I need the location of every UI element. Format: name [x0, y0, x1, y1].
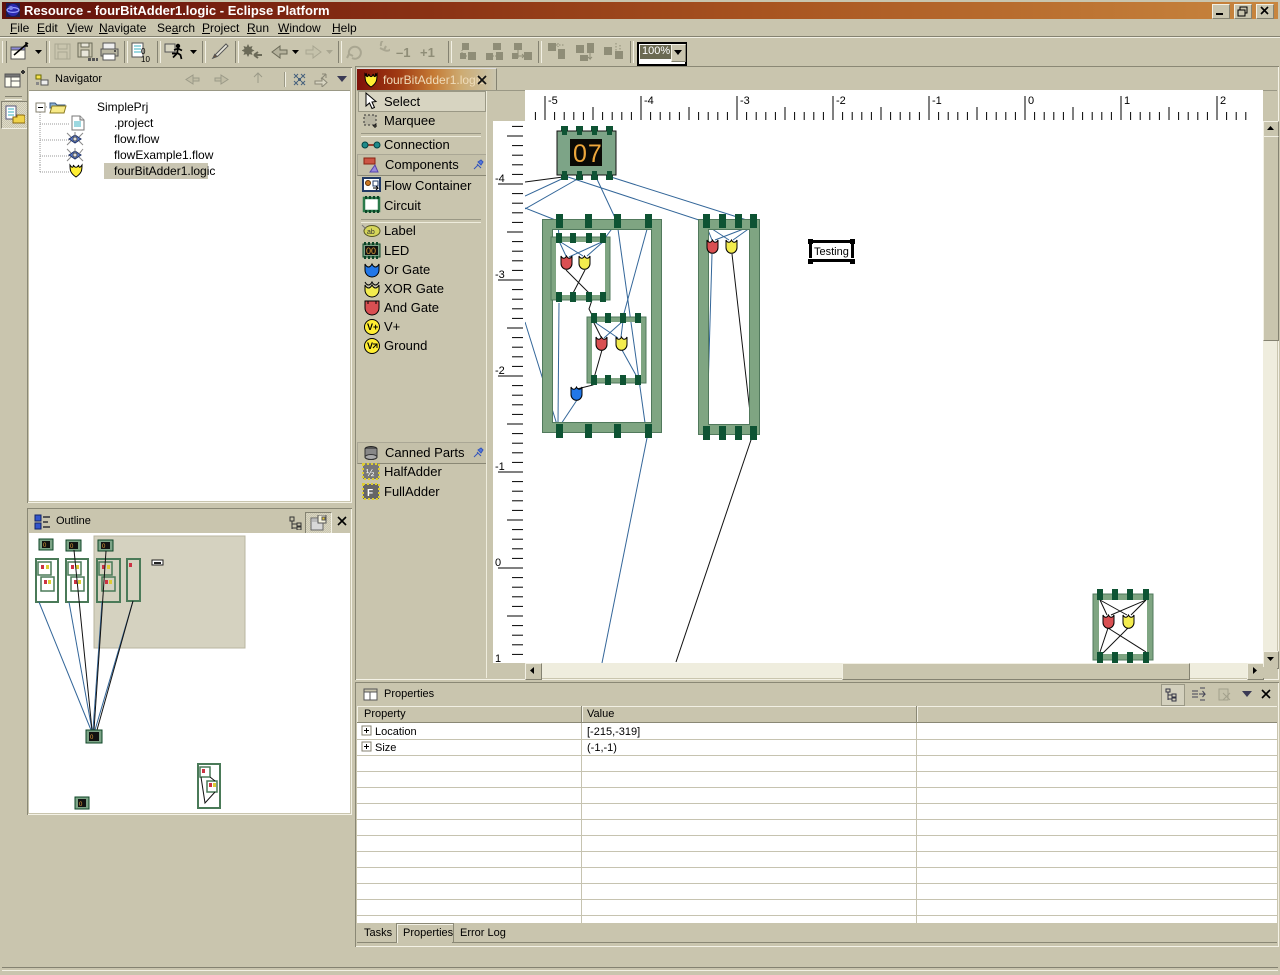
svg-text:½: ½ — [366, 468, 375, 479]
svg-text:10: 10 — [141, 55, 150, 63]
svg-text:2: 2 — [1220, 95, 1226, 107]
svg-text:ab: ab — [367, 229, 375, 236]
svg-text:-3: -3 — [495, 269, 505, 281]
svg-text:-4: -4 — [495, 173, 505, 185]
svg-text:-3: -3 — [740, 95, 750, 107]
svg-text:-5: -5 — [548, 95, 558, 107]
svg-text:(-1,-1): (-1,-1) — [587, 742, 617, 754]
svg-text:1: 1 — [495, 653, 501, 663]
svg-text:0: 0 — [495, 557, 501, 569]
svg-text:Size: Size — [375, 742, 396, 754]
svg-text:flow.flow: flow.flow — [114, 132, 160, 146]
svg-text:V+: V+ — [367, 322, 378, 332]
svg-text:[-215,-319]: [-215,-319] — [587, 726, 640, 738]
svg-text:00: 00 — [366, 246, 376, 256]
svg-text:V: V — [367, 341, 373, 351]
svg-text:-4: -4 — [644, 95, 654, 107]
svg-text:fourBitAdder1.logic: fourBitAdder1.logic — [114, 164, 215, 178]
svg-text:Testing: Testing — [814, 246, 849, 258]
svg-text:.project: .project — [114, 116, 154, 130]
svg-text:07: 07 — [573, 140, 603, 168]
svg-text:1: 1 — [1124, 95, 1130, 107]
svg-text:-2: -2 — [836, 95, 846, 107]
svg-text:SimplePrj: SimplePrj — [97, 100, 148, 114]
svg-text:0: 0 — [1028, 95, 1034, 107]
svg-text:-1: -1 — [495, 461, 505, 473]
svg-text:-2: -2 — [495, 365, 505, 377]
svg-text:flowExample1.flow: flowExample1.flow — [114, 148, 214, 162]
svg-text:-1: -1 — [932, 95, 942, 107]
svg-text:F: F — [367, 488, 373, 499]
svg-text:Location: Location — [375, 726, 417, 738]
